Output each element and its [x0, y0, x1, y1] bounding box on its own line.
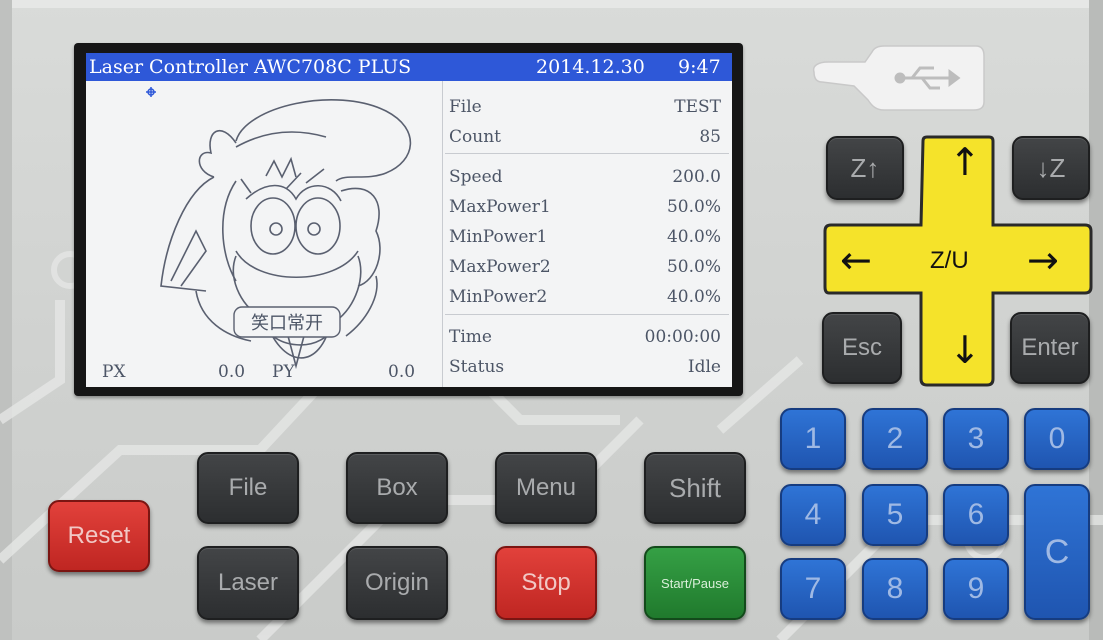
info-value: 40.0%	[666, 227, 721, 247]
clear-label: C	[1044, 532, 1070, 571]
laser-label: Laser	[217, 569, 279, 596]
info-value: 85	[699, 127, 721, 147]
arrow-right-button[interactable]: →	[1027, 238, 1059, 282]
digit-label: 9	[967, 572, 985, 605]
digit-label: 8	[886, 572, 904, 605]
info-row-status: Status Idle	[449, 355, 721, 381]
px-value: 0.0	[218, 362, 246, 382]
digit-3-button[interactable]: 3	[943, 408, 1009, 470]
screen-title-bar: Laser Controller AWC708C PLUS 2014.12.30…	[86, 53, 732, 81]
donald-duck-drawing: 笑口常开	[146, 87, 412, 370]
digit-4-button[interactable]: 4	[780, 484, 846, 546]
digit-7-button[interactable]: 7	[780, 558, 846, 620]
stop-button[interactable]: Stop	[495, 546, 597, 620]
design-preview: 笑口常开	[86, 81, 442, 387]
digit-6-button[interactable]: 6	[943, 484, 1009, 546]
info-divider	[445, 153, 729, 154]
info-row-maxpower1: MaxPower1 50.0%	[449, 195, 721, 221]
digit-label: 6	[967, 498, 985, 531]
info-key: Status	[449, 357, 505, 377]
origin-button[interactable]: Origin	[346, 546, 448, 620]
screen-time: 9:47	[678, 56, 721, 78]
z-down-button[interactable]: ↓Z	[1012, 136, 1090, 200]
controller-title: Laser Controller AWC708C PLUS	[89, 56, 412, 78]
usb-port-cover[interactable]	[810, 44, 985, 114]
info-key: File	[449, 97, 482, 117]
crosshair-icon	[146, 87, 156, 97]
z-up-label: Z↑	[850, 152, 880, 183]
info-key: MinPower2	[449, 287, 548, 307]
info-row-speed: Speed 200.0	[449, 165, 721, 191]
info-value: 40.0%	[666, 287, 721, 307]
enter-button[interactable]: Enter	[1010, 312, 1090, 384]
start-pause-button[interactable]: Start/Pause	[644, 546, 746, 620]
digit-label: 4	[804, 498, 822, 531]
drawing-caption: 笑口常开	[251, 313, 323, 334]
laser-button[interactable]: Laser	[197, 546, 299, 620]
info-key: Count	[449, 127, 501, 147]
z-down-label: ↓Z	[1036, 152, 1066, 183]
px-label: PX	[102, 362, 126, 382]
file-button[interactable]: File	[197, 452, 299, 524]
origin-label: Origin	[364, 569, 430, 596]
enter-label: Enter	[1021, 334, 1079, 361]
controller-panel: Laser Controller AWC708C PLUS 2014.12.30…	[0, 0, 1103, 640]
info-value: Idle	[687, 357, 721, 377]
digit-label: 1	[804, 422, 822, 455]
digit-label: 5	[886, 498, 904, 531]
info-key: MinPower1	[449, 227, 548, 247]
py-value: 0.0	[388, 362, 416, 382]
digit-label: 7	[804, 572, 822, 605]
digit-9-button[interactable]: 9	[943, 558, 1009, 620]
info-row-count: Count 85	[449, 125, 721, 151]
digit-2-button[interactable]: 2	[862, 408, 928, 470]
shift-button[interactable]: Shift	[644, 452, 746, 524]
info-row-maxpower2: MaxPower2 50.0%	[449, 255, 721, 281]
info-row-file: File TEST	[449, 95, 721, 121]
lcd-screen: Laser Controller AWC708C PLUS 2014.12.30…	[86, 53, 732, 387]
zu-button[interactable]: Z/U	[930, 247, 969, 275]
box-label: Box	[376, 474, 418, 501]
clear-button[interactable]: C	[1024, 484, 1090, 620]
menu-button[interactable]: Menu	[495, 452, 597, 524]
info-value: 200.0	[672, 167, 721, 187]
info-value: 50.0%	[666, 197, 721, 217]
digit-label: 3	[967, 422, 985, 455]
info-key: MaxPower2	[449, 257, 551, 277]
arrow-down-button[interactable]: ↓	[949, 328, 981, 372]
screen-date: 2014.12.30	[536, 56, 645, 78]
esc-label: Esc	[841, 334, 882, 361]
info-key: Speed	[449, 167, 503, 187]
esc-button[interactable]: Esc	[822, 312, 902, 384]
info-divider	[445, 314, 729, 315]
digit-label: 0	[1048, 422, 1066, 455]
start-pause-label: Start/Pause	[661, 575, 729, 591]
info-value: 50.0%	[666, 257, 721, 277]
menu-label: Menu	[515, 474, 577, 501]
shift-label: Shift	[668, 472, 722, 503]
info-key: MaxPower1	[449, 197, 551, 217]
z-up-button[interactable]: Z↑	[826, 136, 904, 200]
digit-label: 2	[886, 422, 904, 455]
digit-1-button[interactable]: 1	[780, 408, 846, 470]
info-row-minpower1: MinPower1 40.0%	[449, 225, 721, 251]
info-row-time: Time 00:00:00	[449, 325, 721, 351]
box-button[interactable]: Box	[346, 452, 448, 524]
info-value: 00:00:00	[644, 327, 721, 347]
digit-0-button[interactable]: 0	[1024, 408, 1090, 470]
info-key: Time	[449, 327, 492, 347]
info-value: TEST	[674, 97, 721, 117]
digit-8-button[interactable]: 8	[862, 558, 928, 620]
reset-button[interactable]: Reset	[48, 500, 150, 572]
arrow-up-button[interactable]: ↑	[949, 140, 981, 184]
job-info-panel: File TEST Count 85 Speed 200.0 MaxPower1 50.…	[442, 81, 732, 387]
reset-label: Reset	[67, 522, 131, 549]
stop-label: Stop	[521, 569, 571, 596]
py-label: PY	[272, 362, 295, 382]
digit-5-button[interactable]: 5	[862, 484, 928, 546]
arrow-left-button[interactable]: ←	[840, 238, 872, 282]
info-row-minpower2: MinPower2 40.0%	[449, 285, 721, 311]
file-label: File	[228, 474, 268, 501]
